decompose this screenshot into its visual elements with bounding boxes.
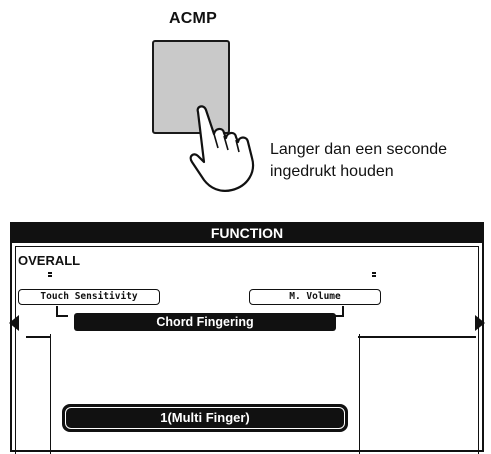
press-instruction: Langer dan een seconde ingedrukt houden [270,139,447,183]
divider-left [26,336,50,338]
level-tick-left [48,272,52,278]
value-frame [50,334,360,454]
selected-function: Chord Fingering [74,313,336,331]
right-arrow-icon [475,315,485,331]
instruction-line-2: ingedrukt houden [270,163,394,180]
function-value: 1(Multi Finger) [62,404,348,432]
category-label: OVERALL [18,253,81,268]
level-tick-right [372,272,376,278]
left-arrow-icon [9,315,19,331]
lcd-display: FUNCTION OVERALL Touch Sensitivity M. Vo… [9,222,485,454]
acmp-label: ACMP [169,10,217,27]
bracket-left [56,306,68,317]
divider-right [358,336,476,338]
instruction-line-1: Langer dan een seconde [270,141,448,158]
lcd-title: FUNCTION [12,224,482,243]
function-value-text: 1(Multi Finger) [65,407,345,429]
pressing-hand-icon [189,105,255,192]
item-touch-sensitivity: Touch Sensitivity [18,289,160,305]
item-master-volume: M. Volume [249,289,381,305]
